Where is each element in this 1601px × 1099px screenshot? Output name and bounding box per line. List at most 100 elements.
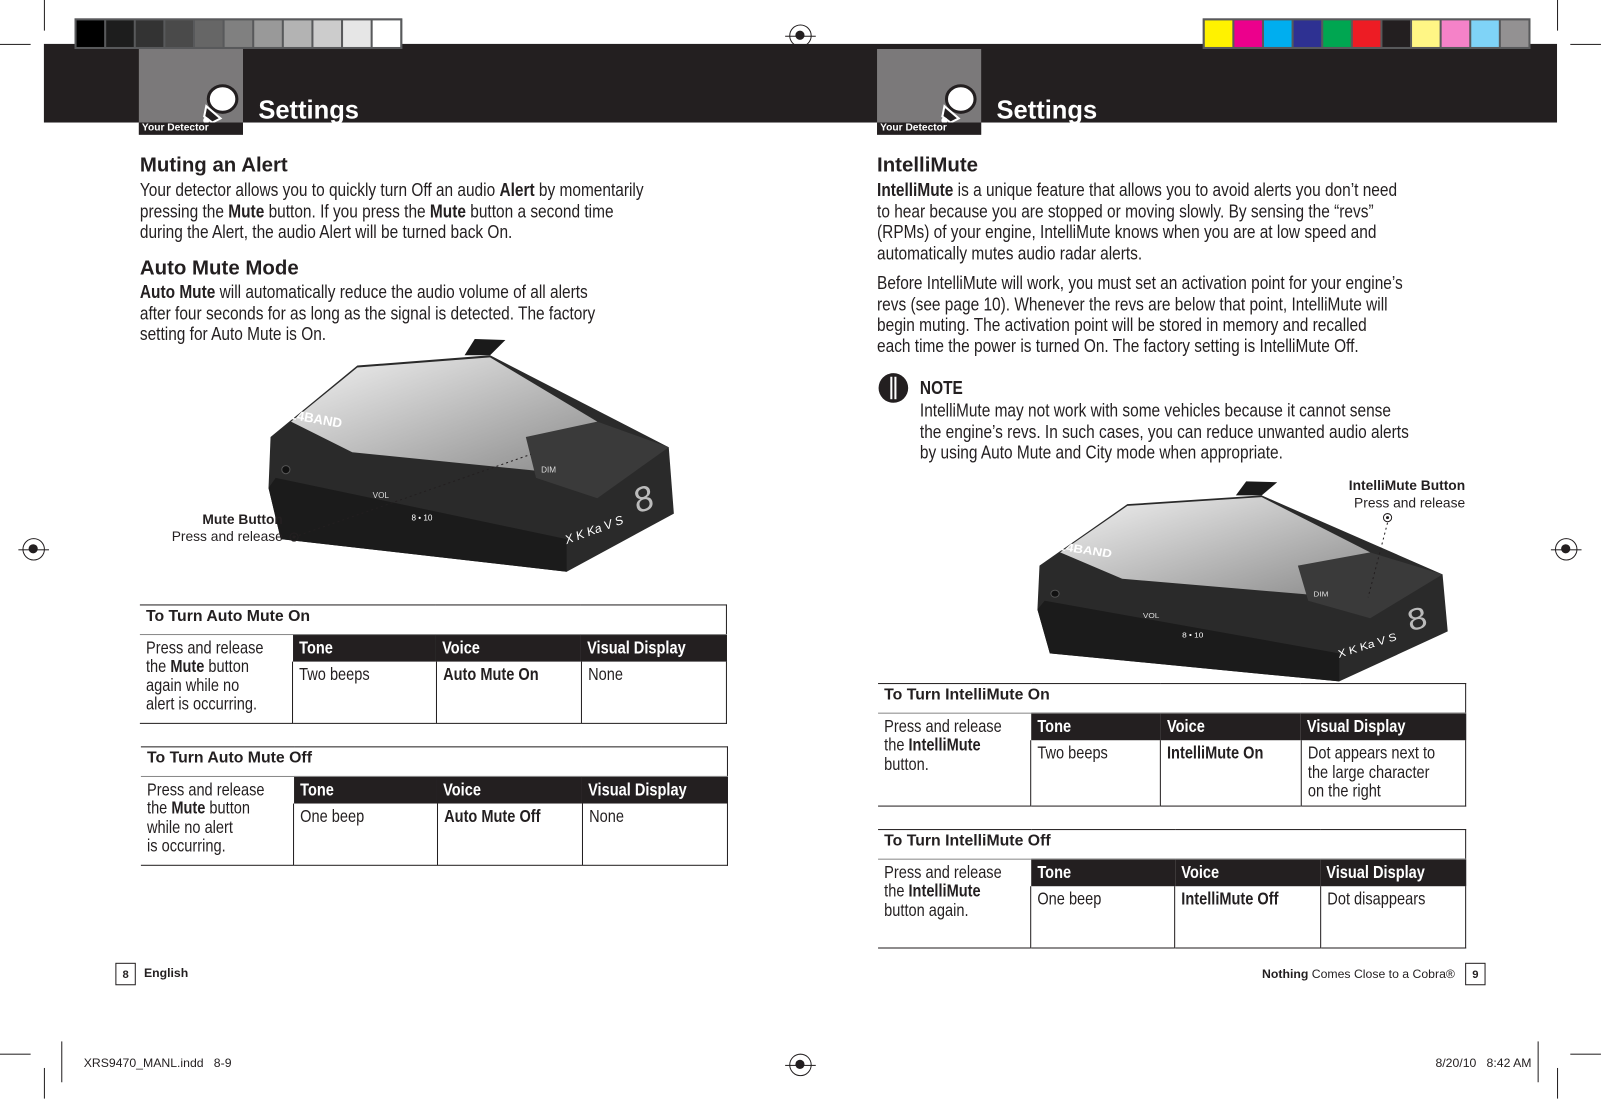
- color-swatch: [1412, 20, 1440, 47]
- text-run: Mute: [170, 656, 205, 676]
- text-run: One beep: [300, 806, 365, 826]
- color-swatch: [195, 20, 223, 47]
- text-run: button.: [884, 754, 929, 774]
- intellimute-button-callout: IntelliMute Button Press and release: [1349, 477, 1465, 512]
- color-swatch: [283, 20, 312, 47]
- paragraph: Before IntelliMute will work, you must s…: [877, 273, 1503, 357]
- page-number: 9: [1465, 962, 1486, 986]
- text-run: while no alert: [147, 817, 233, 837]
- tagline-bold: Nothing: [1262, 966, 1309, 982]
- page-title: Settings: [996, 95, 1098, 125]
- table-title-row: To Turn Auto Mute Off: [140, 746, 728, 777]
- column-header: Tone: [1030, 712, 1161, 741]
- callout-sub: Press and release: [1354, 495, 1466, 511]
- text-run: (RPMs) of your engine, IntelliMute knows…: [877, 221, 1377, 242]
- cell-text: Dot disappears: [1327, 890, 1425, 909]
- instruction-cell: Press and release the IntelliMute button a…: [878, 859, 1031, 948]
- color-swatch: [254, 20, 282, 47]
- table-title-row: To Turn IntelliMute Off: [878, 829, 1466, 860]
- crop-mark: [0, 43, 31, 45]
- gray-swatch-bar: [74, 18, 403, 50]
- cell-text: Auto Mute On: [443, 665, 539, 685]
- table-cell: One beep: [1030, 886, 1175, 948]
- crop-mark: [43, 0, 45, 31]
- text-run: Mute: [429, 200, 466, 222]
- note-text: IntelliMute may not work with some vehic…: [920, 400, 1502, 463]
- text-run: on the right: [1307, 781, 1381, 801]
- text-run: by using Auto Mute and City mode when ap…: [919, 442, 1283, 463]
- instruction-cell: Press and release the IntelliMute button.: [878, 713, 1031, 806]
- cell-text: Auto Mute Off: [444, 807, 540, 827]
- table-header-row: Press and release the IntelliMute button a…: [878, 858, 1466, 919]
- text-run: again while no: [146, 675, 240, 695]
- paragraph: IntelliMute is a unique feature that all…: [877, 180, 1496, 264]
- column-header-text: Tone: [1036, 716, 1071, 736]
- callout-leader-line: [1367, 513, 1393, 598]
- text-line: revs (see page 10). Whenever the revs ar…: [877, 294, 1403, 315]
- device-vol-label: VOL: [1143, 612, 1160, 620]
- callout-sub: Press and release: [171, 528, 283, 545]
- footer-tagline: Nothing Comes Close to a Cobra®: [1262, 967, 1455, 981]
- table-header-row: Press and release the IntelliMute button. T…: [878, 712, 1466, 773]
- column-header-text: Visual Display: [587, 637, 686, 658]
- table-header-row: Press and release the Mute button again wh…: [140, 634, 727, 713]
- crop-mark: [1557, 1067, 1559, 1099]
- column-header: Voice: [436, 775, 583, 804]
- column-header-text: Voice: [442, 637, 481, 658]
- table-cell: Auto Mute Off: [436, 803, 583, 865]
- column-header-text: Tone: [1036, 862, 1071, 882]
- callout-title: Mute Button: [202, 511, 283, 527]
- cell-text: One beep: [1037, 890, 1101, 909]
- text-run: Two beeps: [299, 664, 370, 685]
- cell-text: None: [589, 807, 624, 827]
- color-swatch: [106, 20, 134, 47]
- column-header-text: Visual Display: [588, 779, 687, 799]
- text-run: during the Alert, the audio Alert will b…: [139, 221, 513, 242]
- crop-mark: [1570, 1053, 1601, 1055]
- column-header: Voice: [436, 634, 582, 662]
- text-line: during the Alert, the audio Alert will b…: [140, 222, 644, 243]
- text-run: the: [146, 656, 171, 676]
- text-run: after four seconds for as long as the si…: [139, 302, 596, 324]
- table-cell: Two beeps: [1030, 740, 1161, 806]
- instruction-text: Press and release the IntelliMute button a…: [884, 862, 1002, 920]
- manual-spread: Your Detector Settings Your Detector Set…: [0, 0, 1601, 1099]
- registration-mark-icon: [18, 538, 50, 561]
- text-line: each time the power is turned On. The fa…: [877, 335, 1403, 356]
- text-run: is occurring.: [147, 836, 226, 856]
- note-label: NOTE: [920, 378, 971, 399]
- paragraph: Your detector allows you to quickly turn…: [140, 180, 740, 243]
- column-header: Voice: [1160, 712, 1301, 741]
- color-swatch: [1471, 20, 1499, 47]
- column-header: Tone: [1030, 858, 1175, 887]
- cell-text: IntelliMute Off: [1181, 890, 1278, 909]
- text-run: each time the power is turned On. The fa…: [877, 335, 1359, 356]
- intellimute-off-table: To Turn IntelliMute Off Press and release…: [878, 829, 1467, 948]
- color-swatch: [1352, 20, 1381, 47]
- crop-mark: [1537, 1041, 1539, 1083]
- table-cell: Dot appears next to the large character on…: [1300, 740, 1466, 806]
- text-run: begin muting. The activation point will …: [877, 314, 1367, 335]
- text-run: the large character: [1307, 762, 1430, 782]
- text-run: the: [884, 735, 909, 755]
- color-swatch: [343, 20, 371, 47]
- text-run: Two beeps: [1037, 743, 1108, 763]
- text-line: IntelliMute is a unique feature that all…: [877, 180, 1397, 201]
- color-swatch: [1500, 20, 1529, 47]
- text-line: Auto Mute will automatically reduce the …: [140, 282, 595, 303]
- color-swatch: [1441, 20, 1470, 47]
- text-run: Press and release: [884, 862, 1002, 882]
- text-run: IntelliMute: [908, 881, 981, 901]
- device-dim-label: DIM: [1313, 590, 1328, 598]
- intellimute-on-table: To Turn IntelliMute On Press and release t…: [878, 683, 1467, 807]
- crop-mark: [1557, 0, 1559, 31]
- page-title: Settings: [258, 95, 360, 125]
- callout-title: IntelliMute Button: [1348, 477, 1466, 494]
- text-run: IntelliMute Off: [1181, 889, 1279, 909]
- text-line: IntelliMute may not work with some vehic…: [920, 400, 1409, 421]
- color-swatch: [372, 20, 401, 47]
- table-header-row: Press and release the Mute button while no…: [141, 775, 728, 855]
- color-swatch: [76, 20, 105, 47]
- section-tab: Your Detector: [877, 49, 982, 135]
- tagline-text: Comes Close to a Cobra®: [1308, 966, 1455, 982]
